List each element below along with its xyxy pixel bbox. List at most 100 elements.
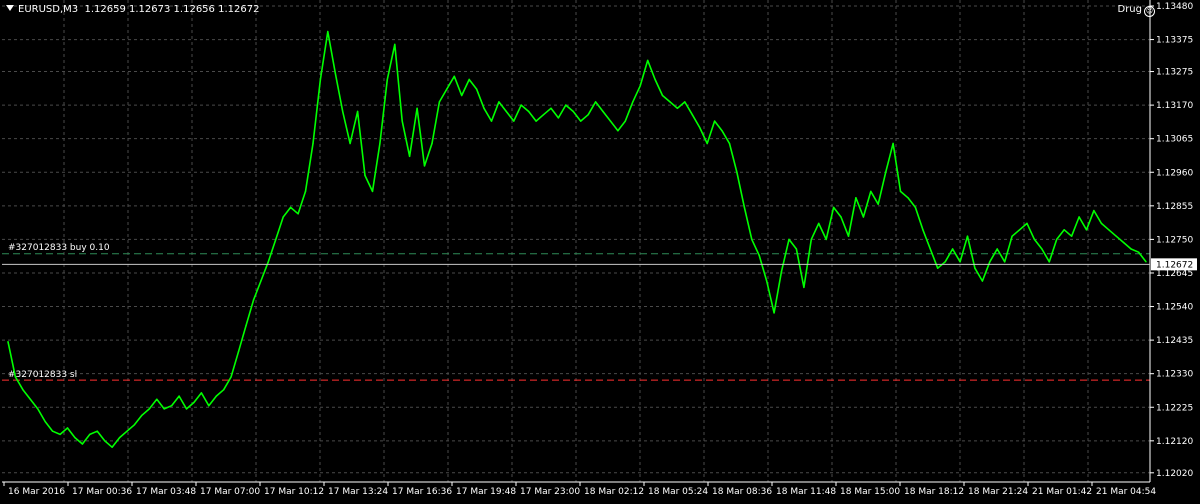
price-point xyxy=(840,216,842,218)
y-tick-label: 1.12855 xyxy=(1156,202,1193,212)
price-point xyxy=(1108,229,1110,231)
price-chart[interactable]: #327012833 buy 0.10 #327012833 sl 1.1348… xyxy=(0,0,1200,500)
price-point xyxy=(736,171,738,173)
price-point xyxy=(230,376,232,378)
x-tick-label: 21 Mar 01:42 xyxy=(1032,487,1092,497)
price-point xyxy=(22,389,24,391)
y-tick-label: 1.13375 xyxy=(1156,36,1193,46)
price-point xyxy=(96,430,99,432)
price-point xyxy=(922,229,924,231)
price-point xyxy=(1145,261,1147,263)
x-tick-label: 17 Mar 16:36 xyxy=(392,487,452,497)
price-point xyxy=(766,280,768,282)
price-point xyxy=(1085,229,1088,231)
x-tick-label: 18 Mar 18:12 xyxy=(904,487,964,497)
x-tick-label: 21 Mar 04:54 xyxy=(1096,487,1156,497)
symbol-label: EURUSD,M3 xyxy=(18,4,79,15)
price-point xyxy=(297,213,299,215)
price-point xyxy=(1056,238,1058,241)
price-point xyxy=(780,270,783,273)
price-point xyxy=(371,190,374,193)
y-tick-label: 1.13275 xyxy=(1156,68,1193,78)
price-point xyxy=(29,398,31,400)
dropdown-triangle-icon[interactable] xyxy=(6,5,14,11)
price-point xyxy=(528,110,530,113)
price-point xyxy=(505,110,507,113)
price-point xyxy=(304,190,307,193)
price-point xyxy=(877,203,879,205)
stop-loss-label: #327012833 sl xyxy=(8,370,77,380)
x-axis-ticks: 16 Mar 2016 17 Mar 00:36 17 Mar 03:48 17 Ma… xyxy=(3,482,1156,497)
price-point xyxy=(1123,241,1125,244)
price-point xyxy=(855,197,857,199)
price-point xyxy=(408,155,411,157)
price-point xyxy=(141,414,143,416)
price-point xyxy=(461,94,463,97)
price-point xyxy=(602,110,604,113)
price-point xyxy=(944,261,946,263)
price-point xyxy=(327,30,329,33)
price-point xyxy=(423,165,426,167)
ohlc-values: 1.12659 1.12673 1.12656 1.12672 xyxy=(84,4,260,15)
price-point xyxy=(907,197,909,199)
chart-canvas[interactable]: #327012833 buy 0.10 #327012833 sl 1.1348… xyxy=(0,0,1200,500)
x-tick-label: 17 Mar 00:36 xyxy=(72,487,132,497)
price-point xyxy=(37,408,39,410)
price-point xyxy=(364,174,366,177)
price-point xyxy=(1078,216,1080,218)
price-point xyxy=(126,430,128,432)
x-tick-label: 17 Mar 07:00 xyxy=(200,487,260,497)
price-point xyxy=(825,238,827,241)
price-point xyxy=(59,433,61,436)
price-point xyxy=(81,443,84,445)
grid-lines xyxy=(2,0,1150,482)
price-point xyxy=(438,101,441,103)
price-point xyxy=(580,120,582,122)
price-point xyxy=(751,238,753,241)
price-point xyxy=(899,190,902,193)
price-point xyxy=(401,120,403,122)
price-point xyxy=(847,235,850,237)
price-point xyxy=(282,216,284,218)
smiley-icon: ☺ xyxy=(1144,6,1155,17)
price-point xyxy=(1115,235,1117,237)
price-point xyxy=(468,78,470,81)
price-point xyxy=(803,286,805,289)
price-point xyxy=(535,120,537,122)
price-point xyxy=(193,401,195,404)
x-tick-label: 18 Mar 11:48 xyxy=(776,487,836,497)
price-point xyxy=(1033,238,1036,241)
price-point xyxy=(386,78,388,81)
y-tick-label: 1.12120 xyxy=(1156,437,1193,447)
x-tick-label: 17 Mar 19:48 xyxy=(456,487,516,497)
price-point xyxy=(475,88,478,90)
price-point xyxy=(647,59,649,62)
price-point xyxy=(453,75,455,78)
price-point xyxy=(1137,251,1140,253)
price-point xyxy=(1048,261,1051,263)
price-point xyxy=(758,254,760,257)
price-point xyxy=(356,110,359,113)
price-point xyxy=(951,248,954,250)
price-point xyxy=(118,436,121,439)
price-point xyxy=(178,395,180,397)
price-point xyxy=(728,142,731,145)
price-point xyxy=(743,206,746,209)
price-point xyxy=(1063,229,1065,231)
price-point xyxy=(200,392,203,394)
order-lines: #327012833 buy 0.10 #327012833 sl xyxy=(2,243,1150,381)
price-point xyxy=(1070,235,1073,237)
price-point xyxy=(319,78,322,81)
price-point xyxy=(870,190,872,193)
price-point xyxy=(885,171,887,173)
expert-advisor-label[interactable]: Drug ☺ xyxy=(1118,4,1155,17)
x-tick-label: 17 Mar 03:48 xyxy=(136,487,196,497)
price-point xyxy=(624,120,626,122)
price-point xyxy=(245,325,247,327)
price-point xyxy=(557,117,560,119)
price-point xyxy=(89,433,91,436)
x-tick-label: 18 Mar 15:00 xyxy=(840,487,900,497)
y-tick-label: 1.12330 xyxy=(1156,370,1193,380)
price-point xyxy=(661,94,664,97)
price-point xyxy=(289,206,292,209)
